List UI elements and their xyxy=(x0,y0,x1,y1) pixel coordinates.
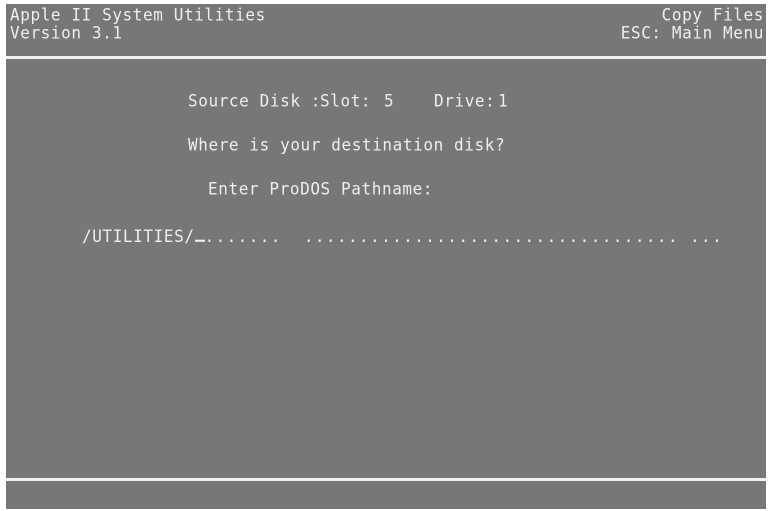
pathname-prompt: Enter ProDOS Pathname: xyxy=(208,178,434,199)
footer-divider xyxy=(6,478,766,481)
source-disk-label: Source Disk : xyxy=(188,90,322,111)
version-label: Version 3.1 xyxy=(10,22,123,43)
pathname-value: /UTILITIES/ xyxy=(82,226,195,246)
pathname-fill-dots: ....... ................................… xyxy=(204,226,724,246)
slot-value: 5 xyxy=(384,90,395,111)
destination-prompt: Where is your destination disk? xyxy=(188,134,506,155)
header-divider xyxy=(6,56,766,59)
esc-main-menu-hint[interactable]: ESC: Main Menu xyxy=(621,23,764,43)
drive-value: 1 xyxy=(498,90,509,111)
apple-ii-screen: Apple II System Utilities Version 3.1 Co… xyxy=(6,4,766,509)
pathname-input[interactable]: /UTILITIES/ ....... .....................… xyxy=(82,225,723,246)
text-cursor xyxy=(194,225,205,242)
slot-label: Slot: xyxy=(320,90,372,111)
drive-label: Drive: xyxy=(434,90,496,111)
